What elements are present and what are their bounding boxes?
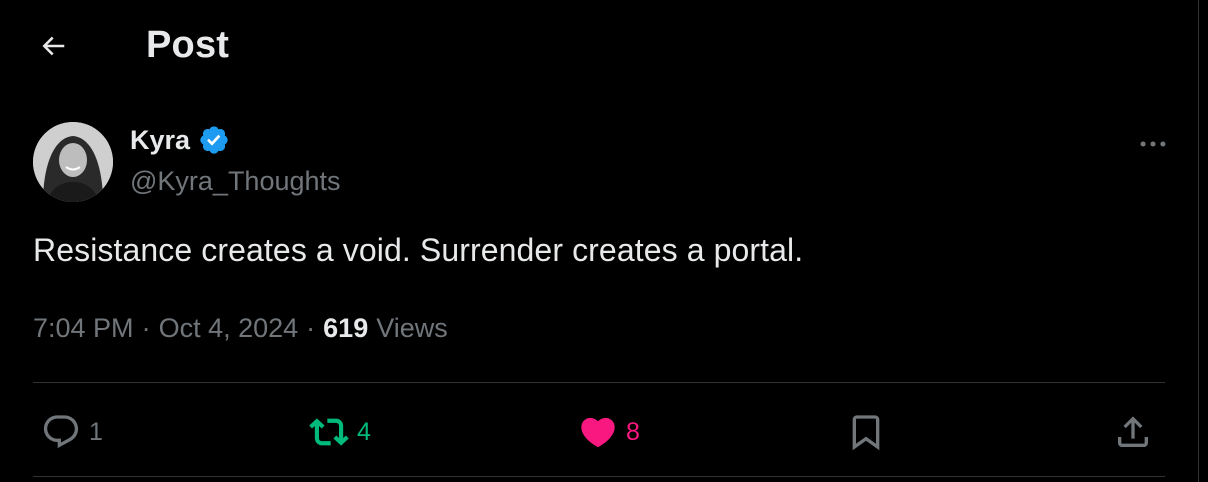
- more-options-button[interactable]: [1133, 126, 1173, 162]
- post-date[interactable]: Oct 4, 2024: [159, 313, 299, 344]
- bookmark-icon: [852, 415, 880, 451]
- reply-icon: [43, 415, 79, 449]
- views-label: Views: [376, 313, 448, 343]
- verified-badge-icon[interactable]: [198, 124, 230, 156]
- views-count[interactable]: 619: [323, 313, 368, 344]
- divider: [33, 476, 1165, 477]
- arrow-left-icon: [42, 36, 65, 56]
- page-header: Post: [0, 0, 1198, 92]
- share-button[interactable]: [1113, 402, 1153, 462]
- bookmark-button[interactable]: [846, 402, 886, 462]
- avatar[interactable]: [33, 122, 113, 202]
- post-author: Kyra @Kyra_Thoughts: [33, 122, 1173, 204]
- share-icon: [1118, 416, 1148, 447]
- reply-button[interactable]: 1: [41, 402, 103, 462]
- divider: [33, 382, 1165, 383]
- post-text: Resistance creates a void. Surrender cre…: [33, 232, 804, 268]
- meta-separator: ·: [141, 313, 151, 343]
- reply-count: 1: [89, 417, 103, 446]
- repost-icon: [309, 418, 349, 446]
- like-count: 8: [626, 417, 640, 446]
- name-row: Kyra: [130, 124, 230, 156]
- post-time[interactable]: 7:04 PM: [33, 313, 134, 344]
- column-border: [1198, 0, 1199, 482]
- user-handle[interactable]: @Kyra_Thoughts: [130, 166, 341, 197]
- repost-button[interactable]: 4: [309, 402, 371, 462]
- display-name[interactable]: Kyra: [130, 125, 190, 156]
- like-button[interactable]: 8: [578, 402, 640, 462]
- more-horizontal-icon: [1140, 141, 1166, 147]
- meta-separator: ·: [306, 313, 316, 343]
- action-bar: 1 4 8: [33, 402, 1165, 462]
- avatar-photo: [33, 122, 113, 202]
- page-title: Post: [146, 24, 230, 66]
- back-button[interactable]: [30, 26, 76, 66]
- heart-icon: [581, 417, 615, 448]
- repost-count: 4: [357, 417, 371, 446]
- post-meta: 7:04 PM · Oct 4, 2024 · 619 Views: [33, 313, 448, 344]
